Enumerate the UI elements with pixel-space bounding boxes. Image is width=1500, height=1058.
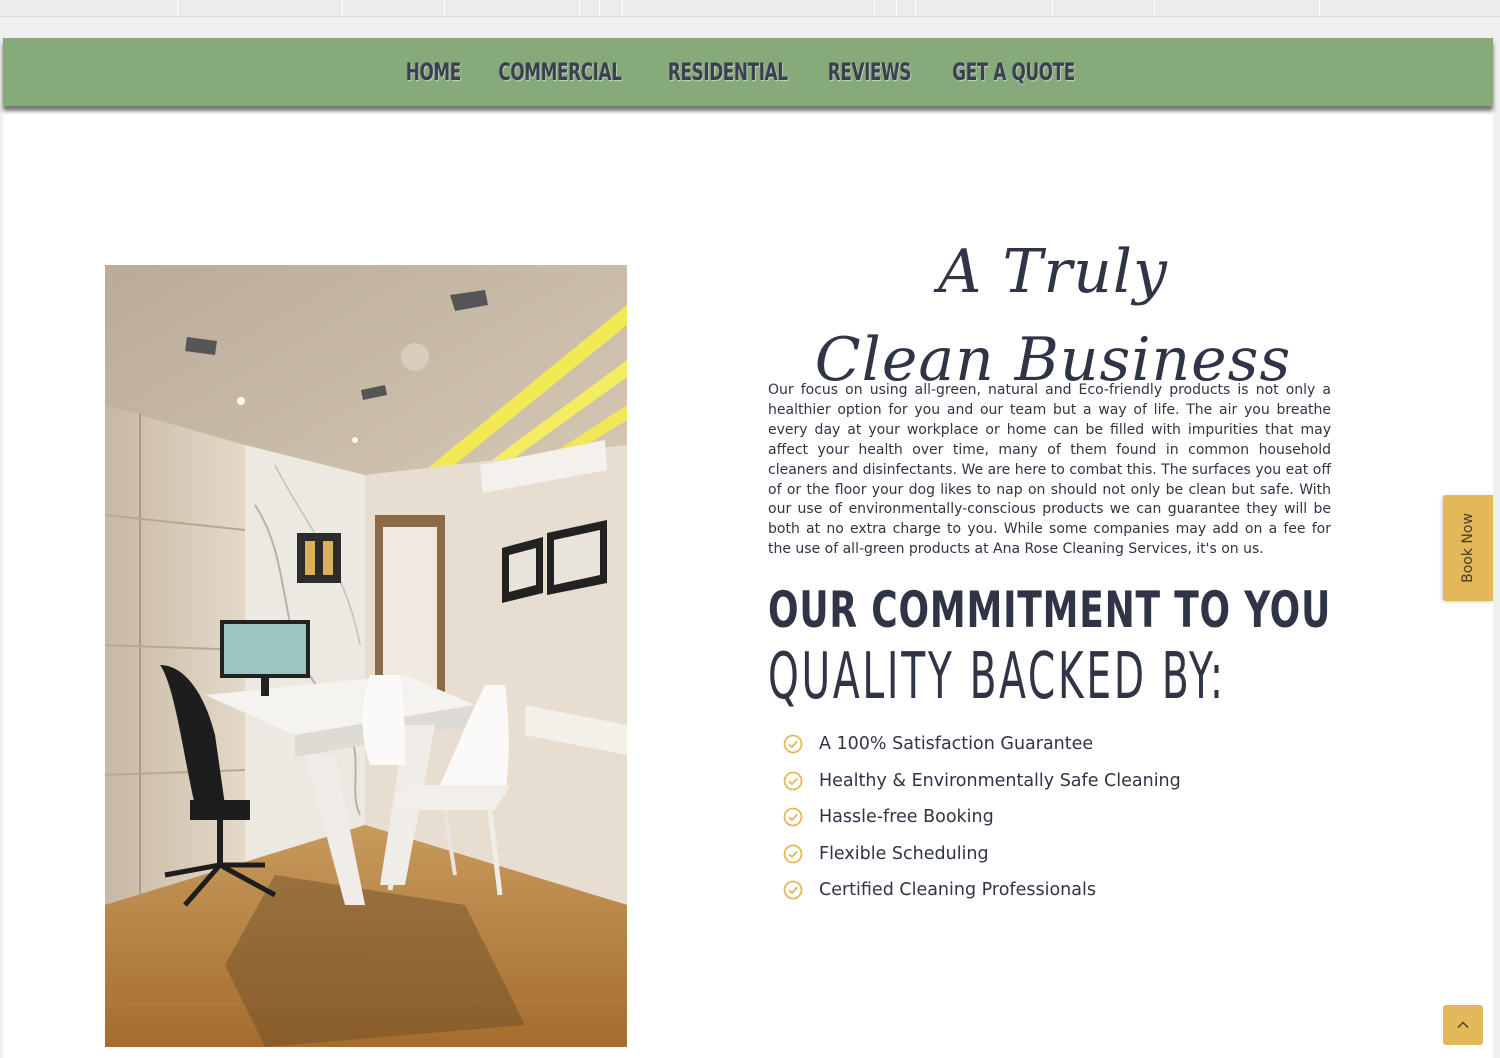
main-navbar: HOME COMMERCIAL RESIDENTIAL REVIEWS GET …	[3, 38, 1493, 106]
browser-top-strip	[0, 0, 1500, 17]
list-item-label: Hassle-free Booking	[819, 807, 994, 828]
office-interior-photo	[105, 265, 627, 1047]
check-circle-icon	[783, 844, 803, 864]
strip-divider	[444, 0, 445, 16]
commitment-heading: OUR COMMITMENT TO YOU	[768, 581, 1332, 639]
check-circle-icon	[783, 880, 803, 900]
title-line-1: A Truly	[938, 237, 1168, 308]
nav-item-commercial[interactable]: COMMERCIAL	[498, 58, 622, 86]
list-item: Certified Cleaning Professionals	[783, 872, 1181, 909]
page-content: HOME COMMERCIAL RESIDENTIAL REVIEWS GET …	[3, 38, 1493, 1058]
commitment-subheading: QUALITY BACKED BY:	[768, 640, 1226, 714]
page-title: A Truly Clean Business	[743, 228, 1363, 404]
book-now-tab[interactable]: Book Now	[1443, 495, 1493, 601]
strip-divider	[1154, 0, 1155, 16]
nav-item-residential[interactable]: RESIDENTIAL	[667, 58, 787, 86]
list-item-label: Certified Cleaning Professionals	[819, 880, 1096, 901]
strip-divider	[622, 0, 623, 16]
scrollbar-track[interactable]	[1493, 38, 1500, 1058]
benefits-list: A 100% Satisfaction Guarantee Healthy & …	[783, 726, 1181, 909]
strip-divider	[599, 0, 600, 16]
strip-divider	[896, 0, 897, 16]
list-item: Flexible Scheduling	[783, 836, 1181, 873]
list-item: Healthy & Environmentally Safe Cleaning	[783, 763, 1181, 800]
list-item-label: A 100% Satisfaction Guarantee	[819, 734, 1094, 755]
check-circle-icon	[783, 734, 803, 754]
strip-divider	[874, 0, 875, 16]
strip-divider	[342, 0, 343, 16]
check-circle-icon	[783, 807, 803, 827]
book-now-label: Book Now	[1460, 513, 1476, 583]
nav-item-reviews[interactable]: REVIEWS	[828, 58, 912, 86]
check-circle-icon	[783, 771, 803, 791]
list-item: Hassle-free Booking	[783, 799, 1181, 836]
office-illustration	[105, 265, 627, 1047]
strip-divider	[915, 0, 916, 16]
strip-divider	[1052, 0, 1053, 16]
list-item-label: Flexible Scheduling	[819, 843, 989, 864]
nav-item-get-a-quote[interactable]: GET A QUOTE	[952, 58, 1075, 86]
list-item: A 100% Satisfaction Guarantee	[783, 726, 1181, 763]
strip-divider	[1319, 0, 1320, 16]
nav-item-home[interactable]: HOME	[406, 58, 462, 86]
list-item-label: Healthy & Environmentally Safe Cleaning	[819, 770, 1181, 791]
intro-paragraph: Our focus on using all-green, natural an…	[768, 382, 1331, 558]
nav-menu: HOME COMMERCIAL RESIDENTIAL REVIEWS GET …	[404, 58, 1086, 86]
scroll-to-top-button[interactable]	[1443, 1005, 1483, 1045]
chevron-up-icon	[1457, 1021, 1469, 1028]
strip-divider	[177, 0, 178, 16]
strip-divider	[579, 0, 580, 16]
